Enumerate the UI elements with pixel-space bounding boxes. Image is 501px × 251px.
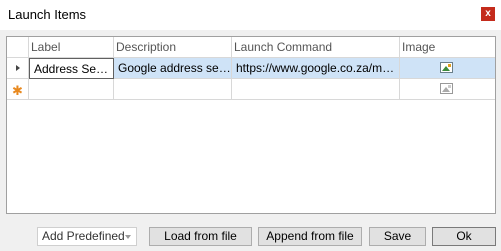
image-placeholder-icon (440, 83, 453, 94)
column-header-label[interactable]: Label (29, 37, 114, 58)
column-header-image[interactable]: Image (400, 37, 495, 58)
add-predefined-dropdown[interactable]: Add Predefined (37, 227, 137, 246)
grid-header-row: Label Description Launch Command Image (7, 37, 495, 58)
cell-description[interactable]: Google address search (114, 58, 232, 79)
new-cell-launch-command[interactable] (232, 79, 400, 100)
new-cell-description[interactable] (114, 79, 232, 100)
table-row[interactable]: Address Search Google address search htt… (7, 58, 495, 79)
new-row-selector[interactable]: ✱ (7, 79, 29, 100)
current-row-arrow-icon (16, 65, 20, 71)
save-button[interactable]: Save (369, 227, 426, 246)
title-bar: Launch Items x (0, 0, 501, 30)
window-title: Launch Items (8, 7, 87, 22)
column-header-launch-command[interactable]: Launch Command (232, 37, 400, 58)
launch-items-grid[interactable]: Label Description Launch Command Image A… (6, 36, 496, 214)
row-header-corner (7, 37, 29, 58)
cell-image[interactable] (400, 58, 495, 79)
append-from-file-button[interactable]: Append from file (258, 227, 362, 246)
ok-button[interactable]: Ok (432, 227, 496, 246)
cell-label[interactable]: Address Search (29, 58, 114, 79)
chevron-down-icon (125, 235, 131, 239)
close-button[interactable]: x (481, 7, 495, 21)
load-from-file-button[interactable]: Load from file (149, 227, 252, 246)
row-selector[interactable] (7, 58, 29, 79)
add-predefined-label: Add Predefined (42, 229, 125, 243)
new-cell-label[interactable] (29, 79, 114, 100)
column-header-description[interactable]: Description (114, 37, 232, 58)
new-cell-image[interactable] (400, 79, 495, 100)
image-icon (440, 62, 453, 73)
new-row[interactable]: ✱ (7, 79, 495, 100)
cell-launch-command[interactable]: https://www.google.co.za/maps/search/ (232, 58, 400, 79)
new-row-star-icon: ✱ (12, 83, 23, 98)
